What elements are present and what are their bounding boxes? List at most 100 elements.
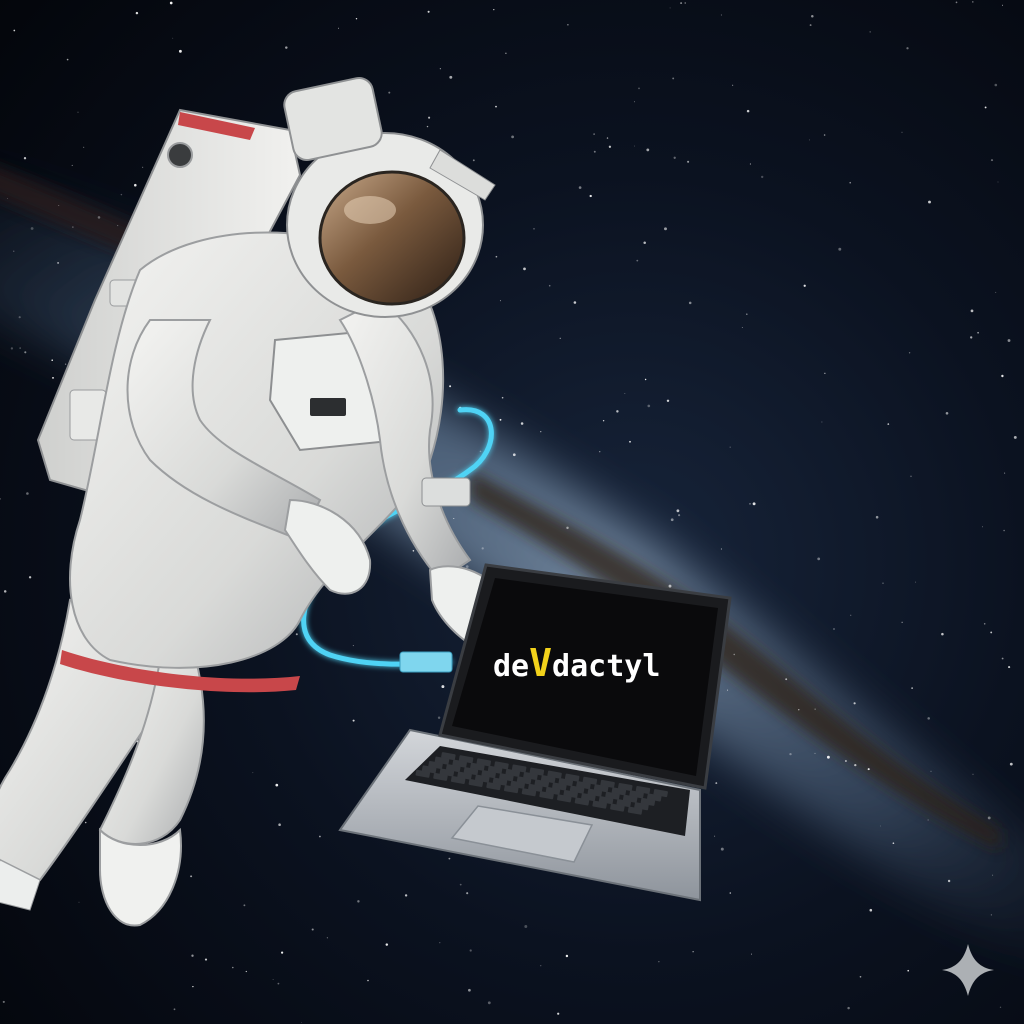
star [833, 628, 835, 630]
star [412, 550, 415, 552]
star [13, 250, 15, 252]
star [624, 393, 626, 394]
star [352, 645, 354, 647]
star [720, 14, 722, 16]
star [616, 410, 619, 413]
star [814, 752, 816, 754]
star [501, 396, 504, 399]
star [567, 23, 569, 26]
star [915, 581, 917, 583]
star [727, 689, 729, 691]
star [1009, 762, 1013, 766]
star [720, 548, 722, 550]
star [838, 247, 842, 251]
star [715, 782, 718, 785]
star [1004, 472, 1006, 474]
star [66, 58, 69, 61]
star [729, 892, 732, 894]
star [272, 978, 274, 980]
star [995, 291, 997, 293]
star [493, 9, 495, 11]
star [670, 518, 674, 522]
star [849, 181, 851, 184]
star [495, 255, 498, 258]
star [867, 768, 870, 771]
star [970, 309, 974, 313]
star [13, 29, 16, 32]
star [593, 150, 596, 153]
star [672, 77, 675, 80]
star [2, 1000, 5, 1003]
star [602, 419, 605, 422]
star [741, 327, 743, 329]
star [71, 164, 73, 166]
star [875, 515, 879, 519]
star [117, 225, 119, 227]
star [634, 101, 635, 103]
star [824, 372, 826, 374]
star [428, 116, 431, 119]
star [673, 156, 676, 159]
star [232, 966, 234, 969]
star [599, 451, 601, 453]
star [692, 951, 694, 953]
star [669, 7, 671, 9]
star [57, 261, 60, 264]
star [58, 204, 60, 207]
star [990, 159, 994, 162]
star [749, 163, 751, 165]
star [172, 37, 174, 39]
star [120, 193, 123, 196]
star [338, 27, 339, 29]
scene-illustration: deVdactyl [0, 0, 1024, 1024]
star [869, 31, 871, 33]
star [367, 979, 369, 982]
star [252, 772, 254, 774]
star [481, 547, 484, 550]
star [499, 418, 502, 421]
star [636, 259, 639, 262]
star [533, 228, 535, 230]
star [524, 925, 528, 928]
star [606, 137, 609, 139]
helmet-visor [318, 170, 466, 306]
star [285, 46, 288, 49]
star [77, 111, 79, 113]
star [142, 166, 144, 168]
star [633, 145, 635, 147]
star [439, 68, 441, 70]
star [911, 687, 913, 689]
star [664, 227, 667, 231]
star [658, 961, 660, 963]
star [927, 819, 929, 821]
star [51, 359, 53, 361]
star [52, 376, 54, 379]
star [809, 24, 812, 27]
star [23, 157, 27, 160]
star [853, 702, 856, 705]
star [984, 106, 987, 109]
star [64, 363, 67, 365]
star [479, 450, 482, 453]
star [278, 823, 281, 826]
star [169, 1, 173, 5]
star [191, 954, 194, 957]
star [512, 453, 516, 457]
star [426, 125, 429, 128]
chest-display [310, 398, 346, 416]
star [798, 709, 800, 711]
star [505, 52, 507, 55]
star [844, 760, 847, 762]
star [487, 1001, 491, 1005]
star [746, 109, 750, 113]
star [352, 719, 355, 722]
star [992, 874, 994, 876]
star [814, 708, 816, 710]
star [295, 633, 298, 636]
star [311, 928, 314, 931]
star [826, 755, 830, 759]
star [869, 908, 873, 912]
star [729, 446, 731, 448]
star [901, 131, 903, 133]
star [593, 133, 595, 135]
